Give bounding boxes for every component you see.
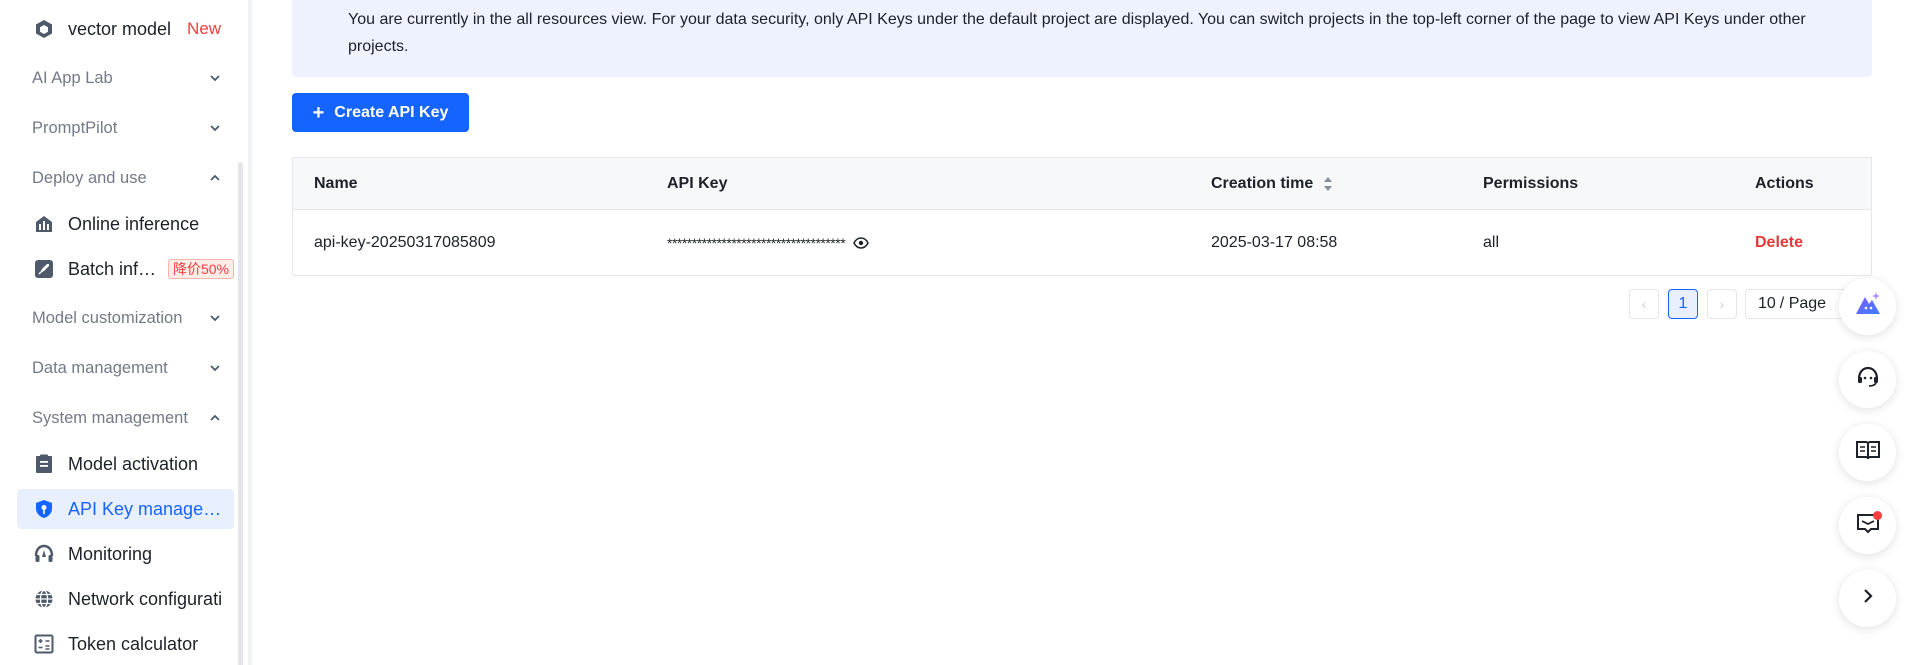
sidebar-group-system-management[interactable]: System management bbox=[32, 398, 222, 438]
cell-name: api-key-20250317085809 bbox=[314, 234, 496, 251]
sidebar-item-online-inference[interactable]: Online inference bbox=[17, 204, 234, 244]
sidebar-group-promptpilot[interactable]: PromptPilot bbox=[32, 108, 222, 148]
sidebar-group-label: Data management bbox=[32, 358, 168, 377]
sidebar-item-model-activation[interactable]: Model activation bbox=[17, 444, 234, 484]
sidebar-item-label: Network configurati bbox=[68, 588, 223, 609]
chevron-right-icon bbox=[1859, 587, 1877, 610]
sidebar-group-ai-app-lab[interactable]: AI App Lab bbox=[32, 58, 222, 98]
rocket-icon bbox=[33, 258, 55, 280]
create-api-key-label: Create API Key bbox=[334, 103, 449, 121]
table-row: api-key-20250317085809 *****************… bbox=[293, 210, 1871, 275]
info-notice: or financial losses due to unauthorized … bbox=[292, 0, 1872, 77]
sidebar: vector model New AI App Lab PromptPilot … bbox=[0, 0, 248, 665]
docs-button[interactable] bbox=[1839, 424, 1896, 481]
sidebar-item-batch-inference[interactable]: Batch infe… 降价50% bbox=[17, 249, 234, 289]
sidebar-scrollbar[interactable] bbox=[238, 162, 243, 665]
chevron-down-icon bbox=[210, 125, 220, 132]
headset-icon bbox=[33, 543, 55, 565]
new-badge: New bbox=[187, 19, 222, 38]
sidebar-group-data-management[interactable]: Data management bbox=[32, 348, 222, 388]
discount-badge: 降价50% bbox=[167, 259, 234, 279]
sidebar-item-label: Token calculator bbox=[68, 633, 199, 654]
sidebar-group-label: Deploy and use bbox=[32, 168, 147, 187]
cell-permissions: all bbox=[1483, 234, 1500, 251]
clipboard-icon bbox=[33, 453, 55, 475]
sidebar-item-monitoring[interactable]: Monitoring bbox=[17, 534, 234, 574]
delete-label: Delete bbox=[1755, 234, 1804, 251]
sidebar-group-deploy-and-use[interactable]: Deploy and use bbox=[32, 158, 222, 198]
pagination-prev-button[interactable]: ‹ bbox=[1629, 289, 1659, 319]
sort-icon[interactable] bbox=[1323, 176, 1333, 192]
sidebar-item-label: vector model bbox=[68, 18, 172, 39]
calculator-icon bbox=[33, 633, 55, 655]
page-size-unit: / Page bbox=[1779, 295, 1827, 312]
book-icon bbox=[1855, 437, 1881, 468]
bar-chart-icon bbox=[33, 213, 55, 235]
cell-api-key: ************************************ bbox=[667, 210, 869, 275]
globe-icon bbox=[33, 588, 55, 610]
column-header-name: Name bbox=[314, 174, 358, 192]
page-number: 1 bbox=[1678, 295, 1688, 312]
chevron-down-icon bbox=[210, 75, 220, 82]
column-header-permissions: Permissions bbox=[1483, 174, 1579, 192]
assistant-icon bbox=[1853, 289, 1883, 324]
column-header-actions: Actions bbox=[1755, 174, 1814, 192]
notification-dot bbox=[1873, 511, 1882, 520]
cell-creation-time: 2025-03-17 08:58 bbox=[1211, 234, 1338, 251]
shield-key-icon bbox=[33, 498, 55, 520]
sidebar-item-api-key-management[interactable]: API Key manage… bbox=[17, 489, 234, 529]
sidebar-item-label: Model activation bbox=[68, 453, 199, 474]
sidebar-item-network-configuration[interactable]: Network configurati bbox=[17, 579, 234, 619]
support-button[interactable] bbox=[1839, 351, 1896, 408]
chevron-left-icon: ‹ bbox=[1641, 296, 1647, 312]
sidebar-item-label: API Key manage… bbox=[68, 498, 222, 519]
chevron-right-icon: › bbox=[1719, 296, 1725, 312]
masked-api-key: ************************************ bbox=[667, 235, 846, 251]
chevron-up-icon bbox=[210, 414, 220, 421]
pagination-next-button[interactable]: › bbox=[1707, 289, 1737, 319]
sidebar-group-label: Model customization bbox=[32, 308, 183, 327]
notice-text: You are currently in the all resources v… bbox=[348, 11, 1806, 55]
delete-link[interactable]: Delete bbox=[1755, 210, 1804, 275]
pagination-page-1[interactable]: 1 bbox=[1668, 289, 1698, 319]
sidebar-item-vector-model[interactable]: vector model New bbox=[17, 9, 234, 49]
sidebar-group-label: AI App Lab bbox=[32, 68, 113, 87]
sidebar-group-label: System management bbox=[32, 408, 188, 427]
main-content: or financial losses due to unauthorized … bbox=[252, 0, 1911, 665]
plus-icon: + bbox=[312, 101, 325, 124]
sidebar-group-model-customization[interactable]: Model customization bbox=[32, 298, 222, 338]
column-header-api-key: API Key bbox=[667, 174, 728, 192]
api-key-table: Name API Key Creation time Permissions A… bbox=[292, 157, 1872, 276]
sidebar-item-label: Online inference bbox=[68, 213, 200, 234]
column-header-creation-time[interactable]: Creation time bbox=[1211, 158, 1333, 209]
chevron-down-icon bbox=[210, 315, 220, 322]
create-api-key-button[interactable]: + Create API Key bbox=[292, 93, 469, 132]
support-headset-icon bbox=[1855, 364, 1881, 395]
sidebar-item-label: Batch infe… bbox=[68, 258, 160, 279]
column-header-label: Creation time bbox=[1211, 174, 1314, 192]
collapse-rail-button[interactable] bbox=[1839, 570, 1896, 627]
assistant-button[interactable] bbox=[1839, 278, 1896, 335]
page-size-value: 10 bbox=[1758, 295, 1776, 312]
sidebar-item-label: Monitoring bbox=[68, 543, 153, 564]
chevron-up-icon bbox=[210, 174, 220, 181]
sidebar-item-token-calculator[interactable]: Token calculator bbox=[17, 624, 234, 664]
sidebar-group-label: PromptPilot bbox=[32, 118, 118, 137]
cube-icon bbox=[33, 18, 55, 40]
eye-icon[interactable] bbox=[853, 237, 869, 249]
chevron-down-icon bbox=[210, 365, 220, 372]
table-header: Name API Key Creation time Permissions A… bbox=[293, 158, 1871, 210]
messages-button[interactable] bbox=[1839, 497, 1896, 554]
